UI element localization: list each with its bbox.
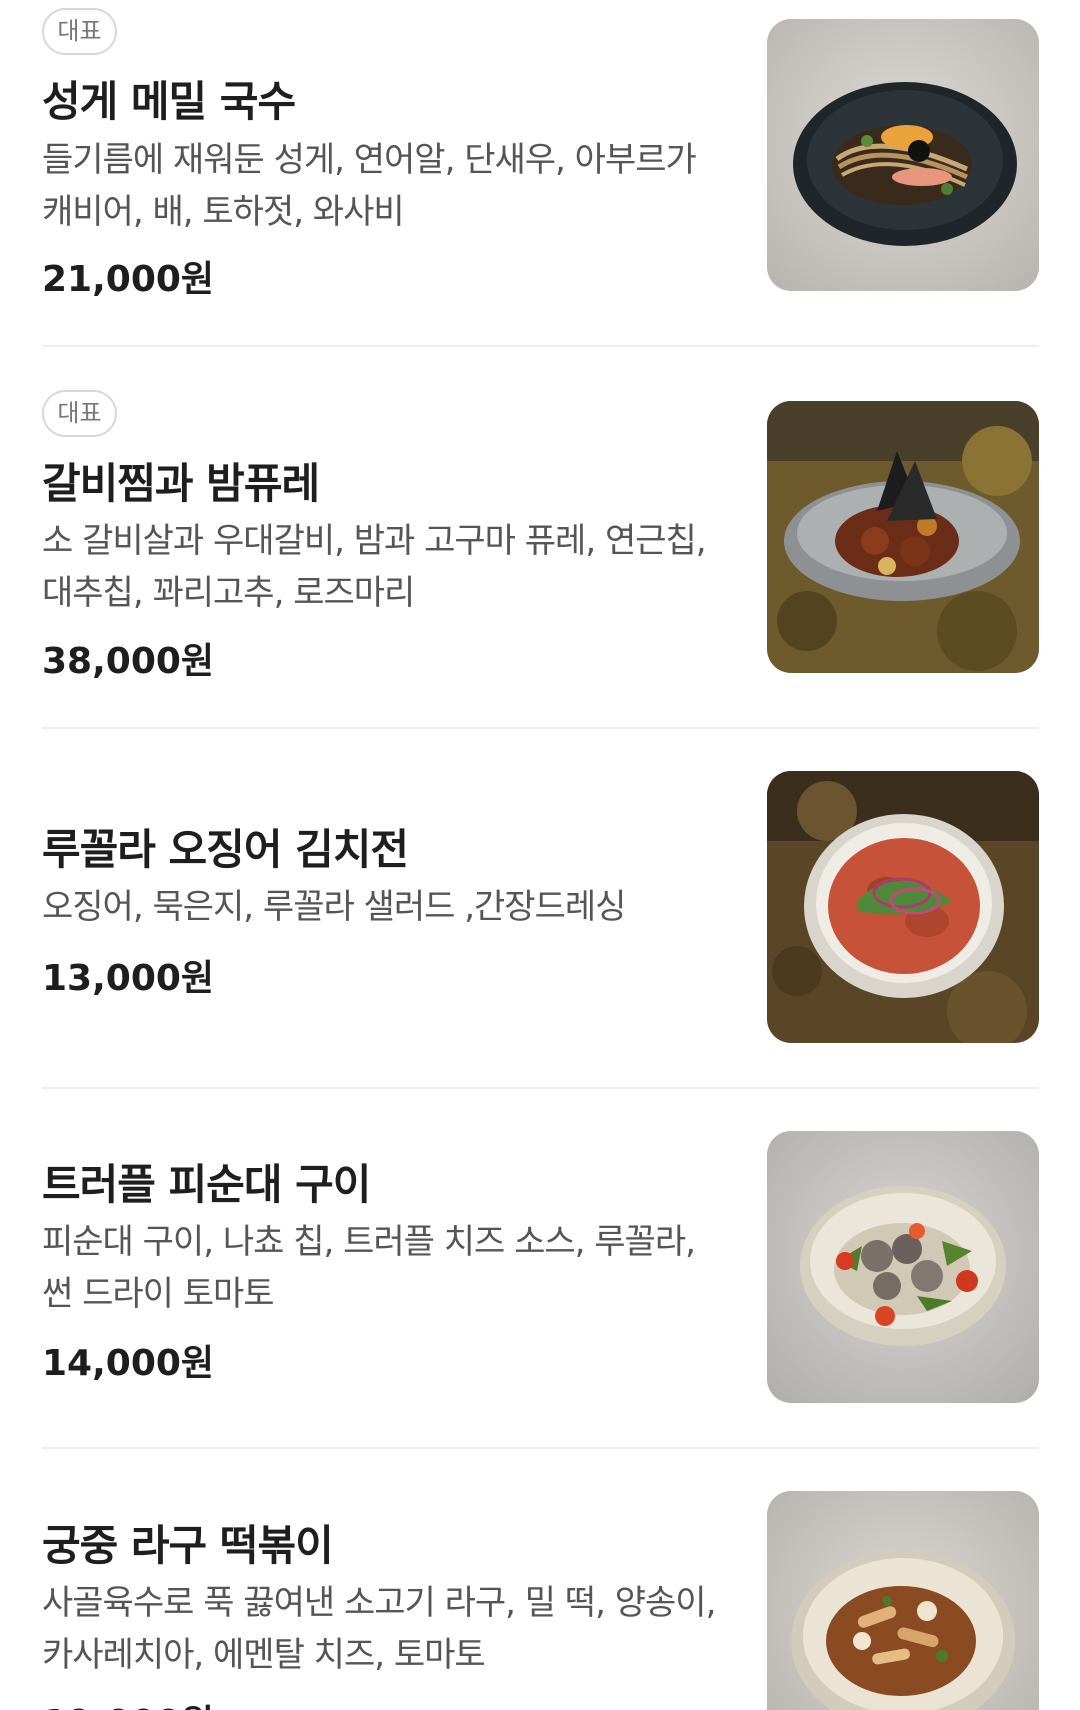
menu-item-name[interactable]: 갈비찜과 밤퓨레 [42, 450, 320, 511]
signature-badge: 대표 [42, 8, 117, 55]
signature-badge: 대표 [42, 390, 117, 437]
menu-item-description: 소 갈비살과 우대갈비, 밤과 고구마 퓨레, 연근칩, 대추칩, 꽈리고추, … [42, 521, 707, 613]
menu-item-description: 사골육수로 푹 끓여낸 소고기 라구, 밀 떡, 양송이, 카사레치아, 에멘탈… [42, 1583, 716, 1675]
menu-item-name[interactable]: 트러플 피순대 구이 [42, 1151, 371, 1212]
menu-item-name[interactable]: 성게 메밀 국수 [42, 68, 296, 129]
menu-item-text: 궁중 라구 떡볶이 사골육수로 푹 끓여낸 소고기 라구, 밀 떡, 양송이, … [42, 1449, 722, 1710]
braised-short-rib-image [767, 401, 1039, 673]
menu-item-price: 19,000원 [42, 1694, 214, 1710]
menu-item-description: 들기름에 재워둔 성게, 연어알, 단새우, 아부르가 캐비어, 배, 토하젓,… [42, 140, 697, 232]
kimchi-pancake-image [767, 771, 1039, 1043]
menu-item-photo[interactable] [767, 1131, 1039, 1403]
menu-item-photo[interactable] [767, 401, 1039, 673]
sea-urchin-noodle-image [767, 19, 1039, 291]
menu-item-description: 피순대 구이, 나쵸 칩, 트러플 치즈 소스, 루꼴라, 썬 드라이 토마토 [42, 1222, 696, 1314]
menu-item-photo[interactable] [767, 771, 1039, 1043]
menu-item[interactable]: 대표 성게 메밀 국수 들기름에 재워둔 성게, 연어알, 단새우, 아부르가 … [42, 0, 1039, 345]
menu-item-price: 13,000원 [42, 958, 215, 999]
menu-item-text: 대표 성게 메밀 국수 들기름에 재워둔 성게, 연어알, 단새우, 아부르가 … [42, 0, 722, 345]
menu-item-text: 대표 갈비찜과 밤퓨레 소 갈비살과 우대갈비, 밤과 고구마 퓨레, 연근칩,… [42, 347, 722, 727]
truffle-sundae-image [767, 1131, 1039, 1403]
menu-item[interactable]: 대표 갈비찜과 밤퓨레 소 갈비살과 우대갈비, 밤과 고구마 퓨레, 연근칩,… [42, 347, 1039, 727]
menu-item[interactable]: 트러플 피순대 구이 피순대 구이, 나쵸 칩, 트러플 치즈 소스, 루꼴라,… [42, 1089, 1039, 1447]
menu-item-name[interactable]: 궁중 라구 떡볶이 [42, 1512, 334, 1573]
menu-item-text: 트러플 피순대 구이 피순대 구이, 나쵸 칩, 트러플 치즈 소스, 루꼴라,… [42, 1089, 722, 1447]
menu-item-text: 루꼴라 오징어 김치전 오징어, 묵은지, 루꼴라 샐러드 ,간장드레싱 13,… [42, 729, 722, 1087]
menu-item[interactable]: 궁중 라구 떡볶이 사골육수로 푹 끓여낸 소고기 라구, 밀 떡, 양송이, … [42, 1449, 1039, 1710]
menu-item-name[interactable]: 루꼴라 오징어 김치전 [42, 816, 409, 877]
ragu-tteokbokki-image [767, 1491, 1039, 1710]
menu-list: 대표 성게 메밀 국수 들기름에 재워둔 성게, 연어알, 단새우, 아부르가 … [0, 0, 1080, 1710]
menu-item-price: 14,000원 [42, 1343, 215, 1384]
menu-item[interactable]: 루꼴라 오징어 김치전 오징어, 묵은지, 루꼴라 샐러드 ,간장드레싱 13,… [42, 729, 1039, 1087]
menu-item-photo[interactable] [767, 19, 1039, 291]
menu-item-description: 오징어, 묵은지, 루꼴라 샐러드 ,간장드레싱 [42, 887, 626, 927]
menu-item-photo[interactable] [767, 1491, 1039, 1710]
menu-item-price: 21,000원 [42, 259, 215, 300]
menu-item-price: 38,000원 [42, 641, 215, 682]
